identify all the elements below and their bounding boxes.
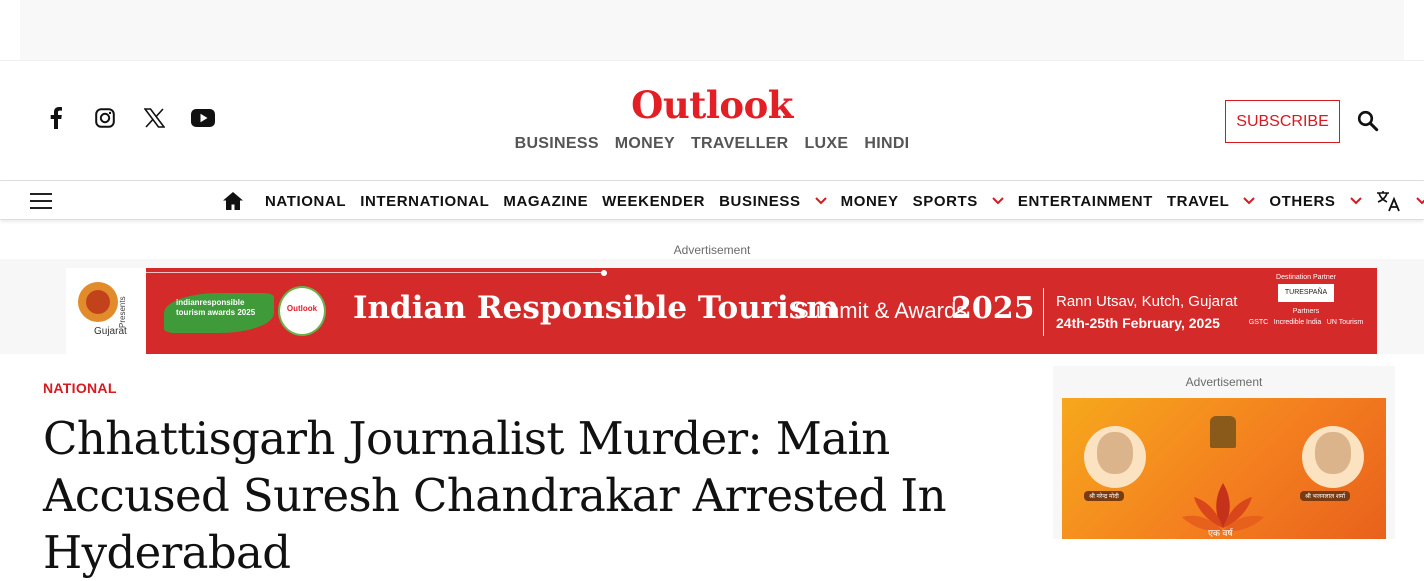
language-switcher[interactable] — [1376, 189, 1424, 213]
partner-un-tourism: UN Tourism — [1326, 319, 1364, 326]
social-links — [44, 106, 240, 130]
award-logo-text: indianresponsible tourism awards 2025 — [176, 298, 256, 317]
portrait-left — [1084, 426, 1146, 488]
nav-item-magazine[interactable]: MAGAZINE — [503, 193, 588, 210]
nav-item-label: MONEY — [840, 192, 899, 210]
menu-icon[interactable] — [30, 193, 52, 209]
banner-year: 2025 — [951, 291, 1035, 326]
sub-brand-traveller[interactable]: TRAVELLER — [691, 135, 789, 153]
site-header: Outlook BUSINESS MONEY TRAVELLER LUXE HI… — [0, 60, 1424, 180]
nav-item-label: BUSINESS — [719, 192, 801, 210]
outlook-logo[interactable]: Outlook — [612, 83, 812, 127]
gujarat-tourism-logo: Gujarat Presents — [66, 268, 146, 354]
article-header: NATIONAL Chhattisgarh Journalist Murder:… — [43, 380, 1043, 581]
destination-partner-logo: TURESPAÑA — [1278, 284, 1334, 302]
article-headline: Chhattisgarh Journalist Murder: Main Acc… — [43, 412, 947, 579]
nav-item-entertainment[interactable]: ENTERTAINMENT — [1018, 193, 1153, 210]
instagram-icon[interactable] — [93, 106, 117, 130]
badge-text: Outlook — [286, 304, 318, 313]
top-ad-slot — [20, 0, 1404, 60]
nav-item-label: INTERNATIONAL — [360, 192, 490, 210]
sub-brand-luxe[interactable]: LUXE — [804, 135, 848, 153]
translate-icon — [1376, 189, 1402, 213]
sidebar-ad-text: एक वर्ष — [1208, 528, 1233, 538]
main-nav: NATIONAL INTERNATIONAL MAGAZINE WEEKENDE… — [0, 180, 1424, 220]
nav-item-label: TRAVEL — [1166, 192, 1230, 210]
home-icon[interactable] — [222, 191, 244, 213]
national-emblem-icon — [1210, 416, 1236, 448]
chevron-down-icon[interactable] — [1415, 197, 1424, 205]
banner-summit: Summit & Awards — [794, 298, 968, 323]
nav-item-money[interactable]: MONEY — [841, 193, 899, 210]
nav-item-national[interactable]: NATIONAL — [265, 193, 346, 210]
presents-label: Presents — [118, 296, 127, 328]
sub-brand-money[interactable]: MONEY — [615, 135, 675, 153]
facebook-icon[interactable] — [44, 106, 68, 130]
partners-label: Partners — [1292, 308, 1320, 315]
banner-divider — [1043, 288, 1044, 336]
x-icon[interactable] — [142, 106, 166, 130]
banner-rule — [146, 272, 604, 273]
partner-gstc: GSTC — [1248, 319, 1269, 326]
nav-item-label: MAGAZINE — [503, 192, 589, 210]
chevron-down-icon[interactable] — [1243, 197, 1256, 205]
nav-item-label: ENTERTAINMENT — [1017, 192, 1153, 210]
partner-logos: GSTC Incredible India UN Tourism — [1246, 319, 1366, 326]
ad-label: Advertisement — [673, 243, 751, 257]
portrait-right — [1302, 426, 1364, 488]
nav-items: NATIONAL INTERNATIONAL MAGAZINE WEEKENDE… — [265, 181, 1424, 221]
sun-emblem-core — [86, 290, 110, 314]
banner-ad-slot: Gujarat Presents indianresponsible touri… — [0, 259, 1424, 354]
nav-item-label: OTHERS — [1269, 192, 1336, 210]
nav-item-sports[interactable]: SPORTS — [913, 193, 1004, 210]
sidebar-ad-slot: Advertisement श्री नरेन्द्र मोदी श्री भज… — [1053, 366, 1395, 539]
partner-incredible-india: Incredible India — [1273, 319, 1322, 326]
nav-item-international[interactable]: INTERNATIONAL — [360, 193, 489, 210]
portrait-left-caption: श्री नरेन्द्र मोदी — [1084, 491, 1124, 501]
banner-location: Rann Utsav, Kutch, Gujarat — [1056, 293, 1238, 310]
subscribe-button[interactable]: SUBSCRIBE — [1225, 100, 1340, 143]
nav-item-label: SPORTS — [912, 192, 978, 210]
sub-brand-links: BUSINESS MONEY TRAVELLER LUXE HINDI — [515, 135, 910, 153]
article-category[interactable]: NATIONAL — [43, 380, 117, 396]
sub-brand-hindi[interactable]: HINDI — [864, 135, 909, 153]
ad-label: Advertisement — [1185, 375, 1263, 389]
nav-item-weekender[interactable]: WEEKENDER — [602, 193, 705, 210]
youtube-icon[interactable] — [191, 106, 215, 130]
nav-item-label: WEEKENDER — [602, 192, 706, 210]
search-icon[interactable] — [1357, 110, 1381, 134]
banner-dates: 24th-25th February, 2025 — [1056, 315, 1220, 331]
nav-item-others[interactable]: OTHERS — [1269, 192, 1362, 210]
chevron-down-icon[interactable] — [814, 197, 827, 205]
chevron-down-icon[interactable] — [992, 197, 1004, 205]
sidebar-ad-creative[interactable]: श्री नरेन्द्र मोदी श्री भजनलाल शर्मा एक … — [1062, 398, 1386, 539]
banner-title: Indian Responsible Tourism — [353, 290, 840, 326]
portrait-right-caption: श्री भजनलाल शर्मा — [1300, 491, 1351, 501]
nav-item-label: NATIONAL — [265, 192, 347, 210]
banner-partners: Destination Partner TURESPAÑA Partners G… — [1246, 274, 1366, 326]
nav-item-business[interactable]: BUSINESS — [719, 193, 827, 210]
banner-dot — [601, 270, 607, 276]
outlook-badge: Outlook — [278, 286, 326, 336]
sub-brand-business[interactable]: BUSINESS — [515, 135, 599, 153]
nav-item-travel[interactable]: TRAVEL — [1167, 193, 1256, 210]
destination-partner-label: Destination Partner — [1276, 274, 1336, 281]
tourism-banner-ad[interactable]: Gujarat Presents indianresponsible touri… — [66, 268, 1377, 354]
chevron-down-icon[interactable] — [1349, 197, 1362, 205]
